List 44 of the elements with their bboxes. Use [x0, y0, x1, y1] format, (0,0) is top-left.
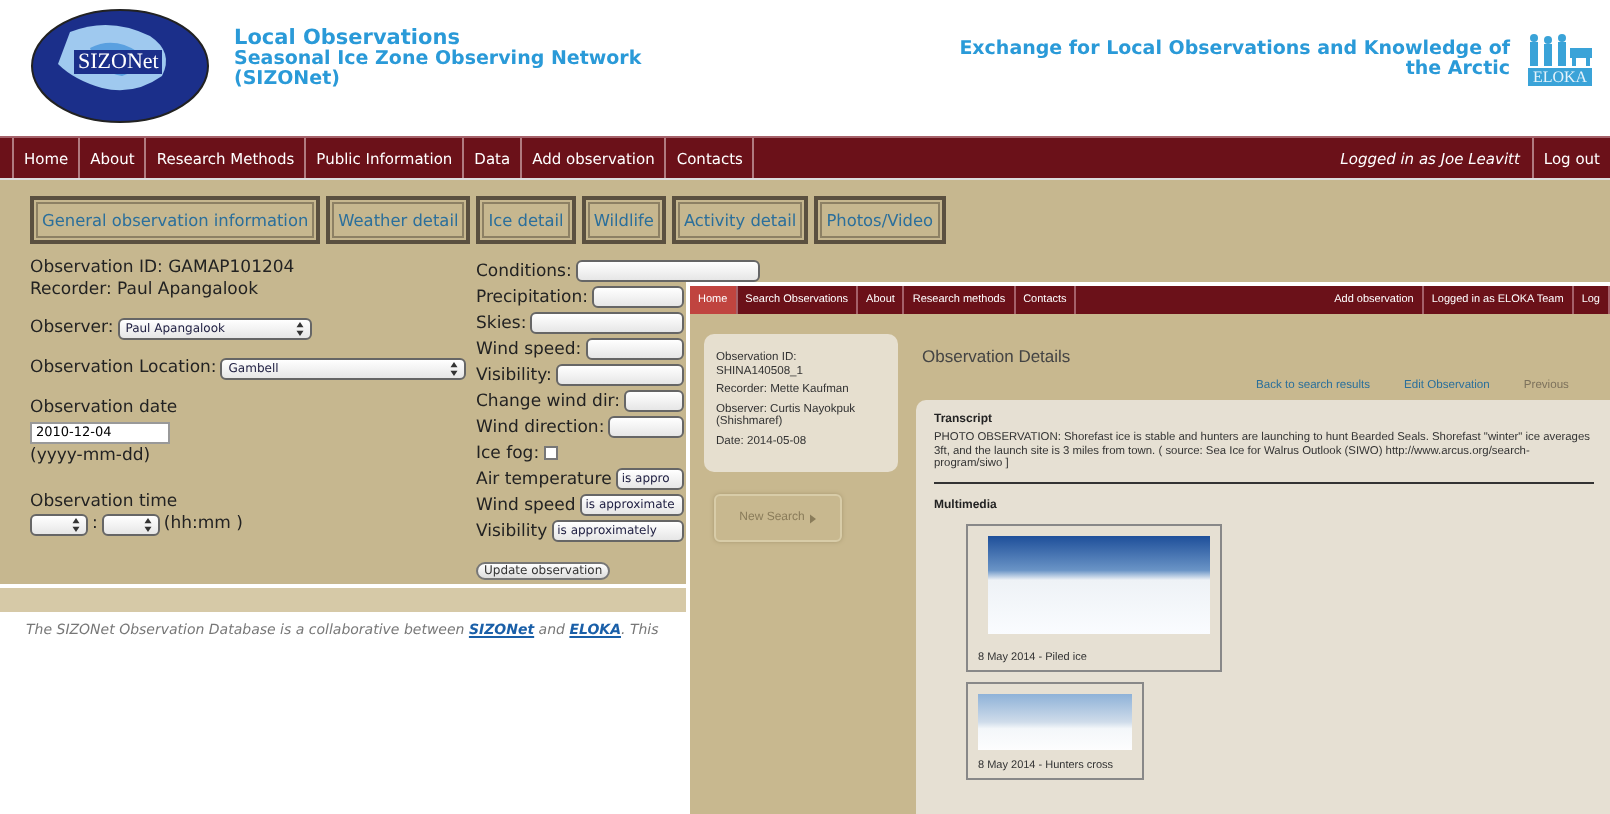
partner-title: the Arctic	[1403, 60, 1510, 80]
condition-select[interactable]	[530, 312, 684, 334]
field-label: Precipitation:	[476, 287, 588, 307]
format-hint: (hh:mm )	[163, 513, 243, 535]
minute-select[interactable]	[101, 513, 160, 535]
up-down-arrows-icon	[72, 517, 80, 531]
field-label: Conditions:	[476, 261, 572, 281]
field-label: Visibility:	[476, 365, 552, 385]
field-label: Change wind dir:	[476, 391, 621, 411]
field-label: Observation Location:	[30, 358, 217, 380]
hour-select[interactable]	[30, 513, 88, 535]
recorder-text: Recorder: Paul Apangalook	[30, 279, 261, 300]
condition-select[interactable]	[585, 338, 684, 360]
condition-select[interactable]	[624, 390, 684, 412]
field-label: Wind speed	[476, 495, 576, 515]
sizonet-logo: SIZONet	[30, 8, 210, 124]
field-label: Visibility	[476, 521, 548, 541]
page-heading: Observation Details	[922, 346, 1073, 366]
eloka-logo: ELOKA	[1522, 32, 1598, 100]
field-label: Observation time	[30, 492, 180, 513]
right-triangle-icon	[810, 513, 817, 523]
condition-select[interactable]	[608, 416, 684, 438]
field-label: Ice fog:	[476, 443, 540, 463]
field-label: Air temperature	[476, 469, 612, 489]
up-down-arrows-icon	[143, 517, 152, 531]
time-separator: :	[92, 513, 98, 535]
partner-title: Exchange for Local Observations and Knowledge of	[959, 40, 1510, 60]
field-label: Wind speed:	[476, 339, 582, 359]
site-title: Local Observations	[234, 28, 460, 50]
field-label: Observer:	[30, 318, 114, 340]
condition-select[interactable]	[592, 286, 684, 308]
format-hint: (yyyy-mm-dd)	[30, 445, 153, 466]
up-down-arrows-icon	[295, 322, 304, 336]
people-icon	[1524, 32, 1596, 68]
condition-select[interactable]	[555, 364, 684, 386]
field-label: Wind direction:	[476, 417, 605, 437]
field-label: Skies:	[476, 313, 527, 333]
field-label: Observation date	[30, 398, 180, 419]
checkbox[interactable]	[543, 446, 558, 460]
condition-select[interactable]	[575, 260, 760, 282]
observation-id: Observation ID: GAMAP101204	[30, 258, 297, 279]
site-subtitle: (SIZONet)	[234, 70, 342, 90]
up-down-arrows-icon	[450, 362, 459, 376]
site-subtitle: Seasonal Ice Zone Observing Network	[234, 50, 642, 70]
